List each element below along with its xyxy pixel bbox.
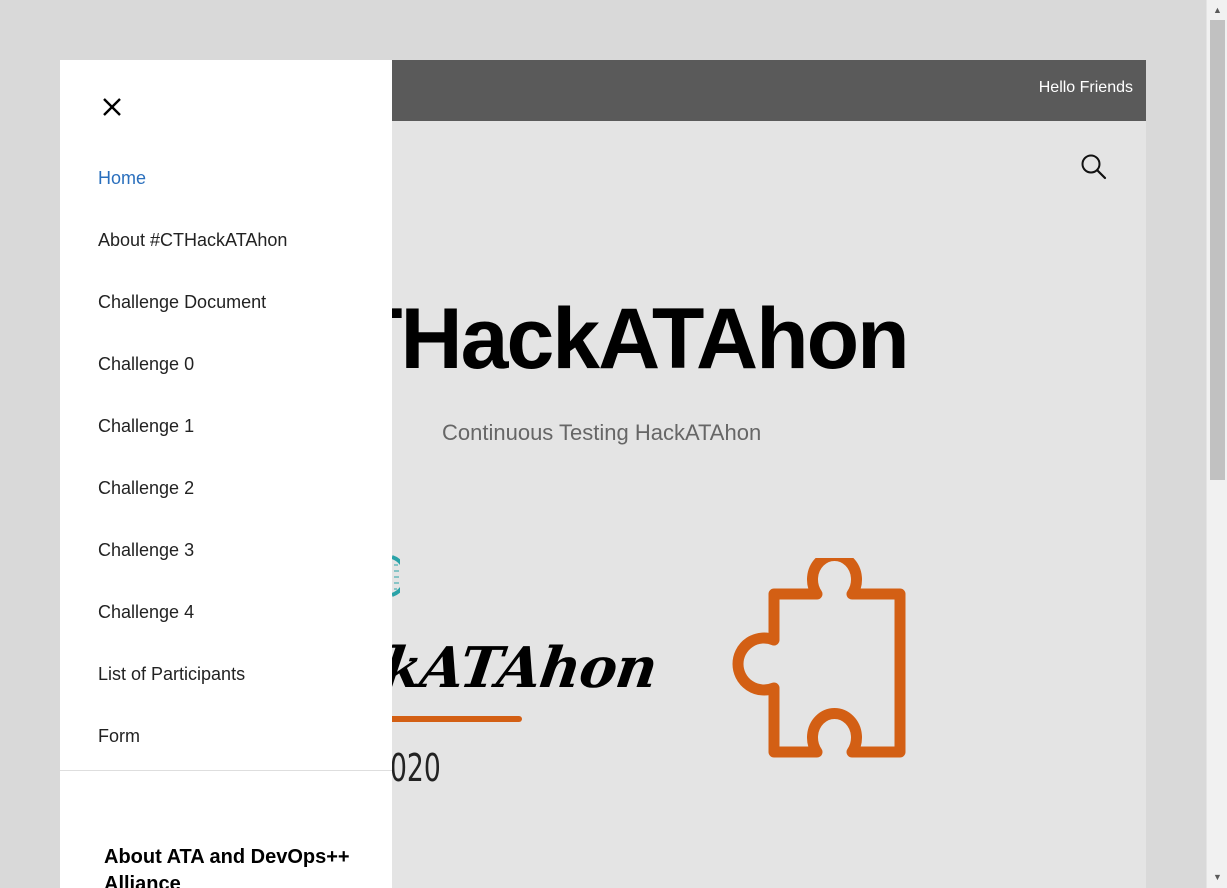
puzzle-piece-icon bbox=[732, 558, 906, 758]
scroll-up-arrow-icon[interactable]: ▲ bbox=[1207, 2, 1227, 19]
navigation-drawer: Home About #CTHackATAhon Challenge Docum… bbox=[60, 60, 392, 888]
logo-year: 020 bbox=[390, 746, 441, 790]
close-icon[interactable] bbox=[100, 95, 124, 119]
logo-script-text: ckATAhon bbox=[345, 635, 661, 701]
drawer-menu: Home About #CTHackATAhon Challenge Docum… bbox=[98, 168, 287, 788]
menu-item-challenge-3[interactable]: Challenge 3 bbox=[98, 540, 287, 602]
menu-item-challenge-4[interactable]: Challenge 4 bbox=[98, 602, 287, 664]
widget-heading: About ATA and DevOps++ Alliance bbox=[104, 846, 350, 888]
site-tagline: Continuous Testing HackATAhon bbox=[442, 420, 762, 445]
menu-item-challenge-0[interactable]: Challenge 0 bbox=[98, 354, 287, 416]
topbar-greeting: Hello Friends bbox=[1038, 79, 1133, 96]
menu-item-form[interactable]: Form bbox=[98, 726, 287, 788]
menu-item-challenge-document[interactable]: Challenge Document bbox=[98, 292, 287, 354]
logo-brush-underline bbox=[380, 716, 522, 722]
menu-item-challenge-1[interactable]: Challenge 1 bbox=[98, 416, 287, 478]
scrollbar-thumb[interactable] bbox=[1210, 20, 1225, 480]
site-title[interactable]: THackATAhon bbox=[350, 296, 910, 382]
search-icon[interactable] bbox=[1080, 153, 1108, 181]
menu-item-participants[interactable]: List of Participants bbox=[98, 664, 287, 726]
vertical-scrollbar[interactable]: ▲ ▼ bbox=[1206, 0, 1227, 888]
menu-item-challenge-2[interactable]: Challenge 2 bbox=[98, 478, 287, 540]
drawer-divider bbox=[60, 770, 392, 771]
scroll-down-arrow-icon[interactable]: ▼ bbox=[1207, 869, 1227, 886]
menu-item-about[interactable]: About #CTHackATAhon bbox=[98, 230, 287, 292]
menu-item-home[interactable]: Home bbox=[98, 168, 287, 230]
